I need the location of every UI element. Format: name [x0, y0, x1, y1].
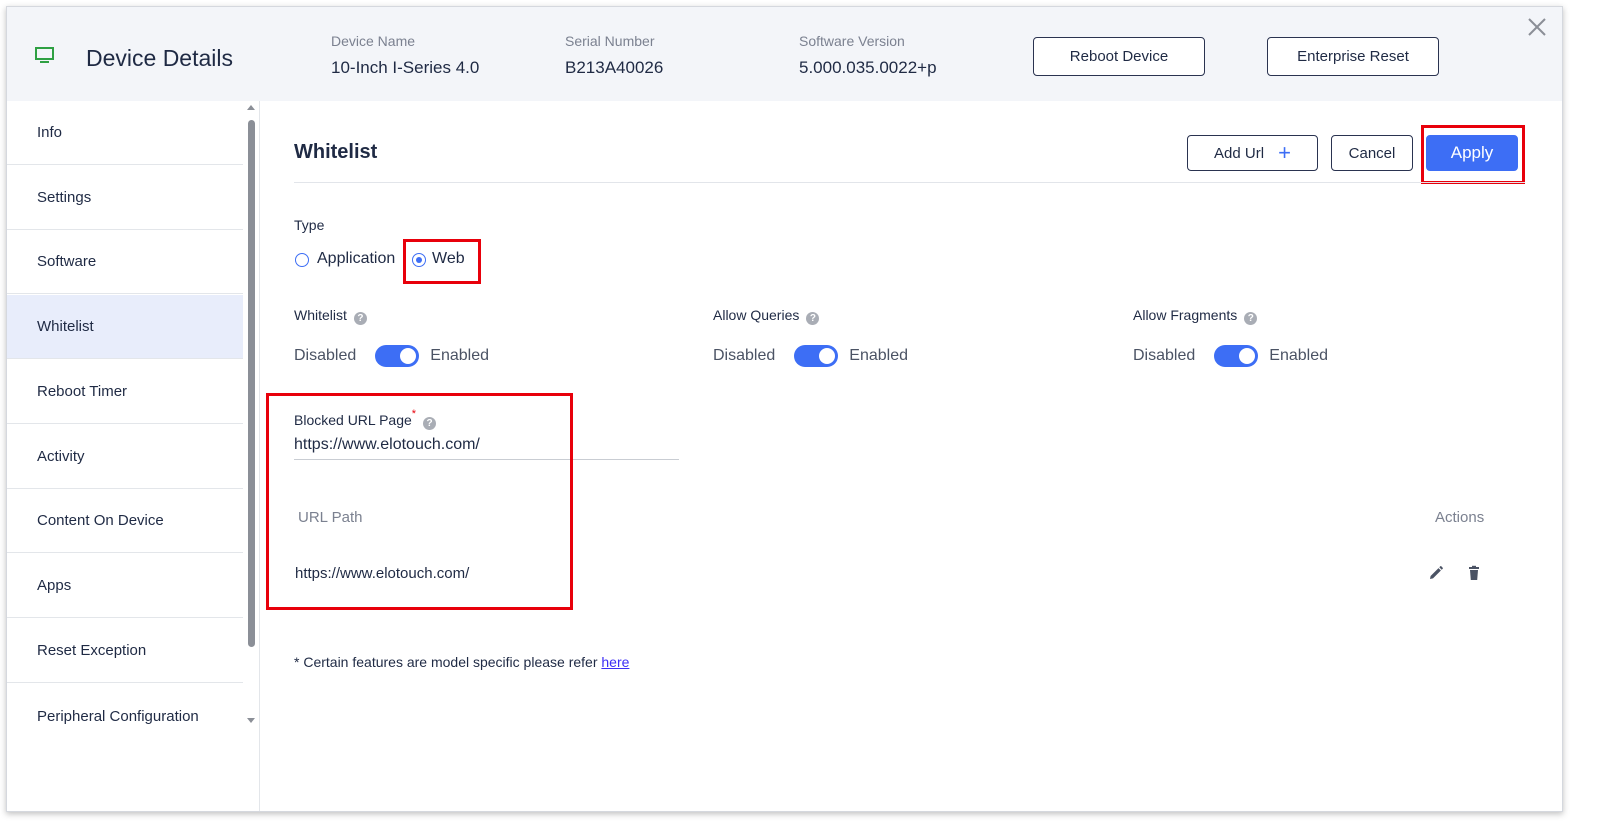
- software-version-value: 5.000.035.0022+p: [799, 58, 937, 77]
- help-icon[interactable]: ?: [1244, 312, 1258, 325]
- allow-queries-toggle[interactable]: [794, 345, 839, 367]
- device-name-block: Device Name 10-Inch I-Series 4.0: [331, 33, 479, 78]
- cancel-button[interactable]: Cancel: [1331, 135, 1413, 171]
- sidebar: Info Settings Software Whitelist Reboot …: [7, 101, 260, 811]
- allow-fragments-label: Allow Fragments?: [1133, 307, 1258, 325]
- sidebar-item-reset-exception[interactable]: Reset Exception: [7, 619, 243, 683]
- page-title: Device Details: [86, 45, 233, 71]
- serial-number-label: Serial Number: [565, 33, 655, 49]
- scroll-up-arrow-icon[interactable]: [247, 105, 255, 110]
- software-version-block: Software Version 5.000.035.0022+p: [799, 33, 937, 78]
- allow-queries-disabled-text: Disabled: [713, 347, 776, 364]
- whitelist-toggle-label: Whitelist?: [294, 307, 367, 325]
- serial-number-block: Serial Number B213A40026: [565, 33, 663, 78]
- allow-queries-enabled-text: Enabled: [849, 347, 908, 364]
- scroll-down-arrow-icon[interactable]: [247, 718, 255, 723]
- radio-application-label[interactable]: Application: [317, 250, 395, 268]
- add-url-label: Add Url: [1214, 144, 1265, 162]
- software-version-label: Software Version: [799, 33, 905, 49]
- sidebar-item-content-on-device[interactable]: Content On Device: [7, 489, 243, 553]
- actions-header: Actions: [1435, 509, 1485, 526]
- section-title: Whitelist: [294, 141, 378, 163]
- sidebar-item-software[interactable]: Software: [7, 230, 243, 294]
- sidebar-item-whitelist[interactable]: Whitelist: [7, 295, 243, 359]
- highlight-url-section: [266, 393, 573, 610]
- device-name-label: Device Name: [331, 33, 416, 49]
- footnote: * Certain features are model specific pl…: [294, 654, 629, 670]
- sidebar-item-reboot-timer[interactable]: Reboot Timer: [7, 360, 243, 424]
- highlight-apply: [1421, 125, 1525, 184]
- whitelist-disabled-text: Disabled: [294, 347, 357, 364]
- monitor-icon: [35, 47, 54, 63]
- sidebar-item-apps[interactable]: Apps: [7, 554, 243, 618]
- sidebar-item-activity[interactable]: Activity: [7, 425, 243, 489]
- sidebar-item-settings[interactable]: Settings: [7, 166, 243, 230]
- add-url-button[interactable]: Add Url +: [1187, 135, 1318, 171]
- footnote-here-link[interactable]: here: [601, 654, 629, 670]
- allow-queries-label: Allow Queries?: [713, 307, 820, 325]
- footnote-text: * Certain features are model specific pl…: [294, 654, 598, 670]
- allow-queries-toggle-row: Disabled Enabled: [713, 345, 908, 367]
- sidebar-item-info[interactable]: Info: [7, 101, 243, 165]
- help-icon[interactable]: ?: [806, 312, 820, 325]
- serial-number-value: B213A40026: [565, 58, 664, 77]
- reboot-device-button[interactable]: Reboot Device: [1033, 37, 1205, 76]
- radio-application[interactable]: [295, 253, 309, 267]
- allow-queries-text: Allow Queries: [713, 307, 800, 323]
- device-details-dialog: Device Details Device Name 10-Inch I-Ser…: [6, 6, 1563, 812]
- close-icon[interactable]: [1526, 16, 1548, 38]
- help-icon[interactable]: ?: [353, 312, 367, 325]
- delete-trash-icon[interactable]: [1466, 565, 1482, 581]
- scrollbar-thumb[interactable]: [248, 120, 255, 647]
- highlight-web-radio: [403, 239, 481, 284]
- title-divider: [294, 182, 1525, 183]
- whitelist-enabled-text: Enabled: [430, 347, 489, 364]
- allow-fragments-toggle-row: Disabled Enabled: [1133, 345, 1328, 367]
- allow-fragments-text: Allow Fragments: [1133, 307, 1238, 323]
- device-name-value: 10-Inch I-Series 4.0: [331, 58, 480, 77]
- allow-fragments-disabled-text: Disabled: [1133, 347, 1196, 364]
- whitelist-toggle-text: Whitelist: [294, 307, 347, 323]
- enterprise-reset-button[interactable]: Enterprise Reset: [1267, 37, 1439, 76]
- header: Device Details Device Name 10-Inch I-Ser…: [7, 7, 1562, 101]
- sidebar-item-peripheral-configuration[interactable]: Peripheral Configuration: [7, 684, 243, 748]
- type-label: Type: [294, 217, 325, 233]
- plus-icon: +: [1278, 140, 1291, 165]
- edit-pencil-icon[interactable]: [1428, 565, 1444, 581]
- allow-fragments-enabled-text: Enabled: [1269, 347, 1328, 364]
- allow-fragments-toggle[interactable]: [1214, 345, 1259, 367]
- whitelist-toggle-row: Disabled Enabled: [294, 345, 489, 367]
- whitelist-toggle[interactable]: [375, 345, 420, 367]
